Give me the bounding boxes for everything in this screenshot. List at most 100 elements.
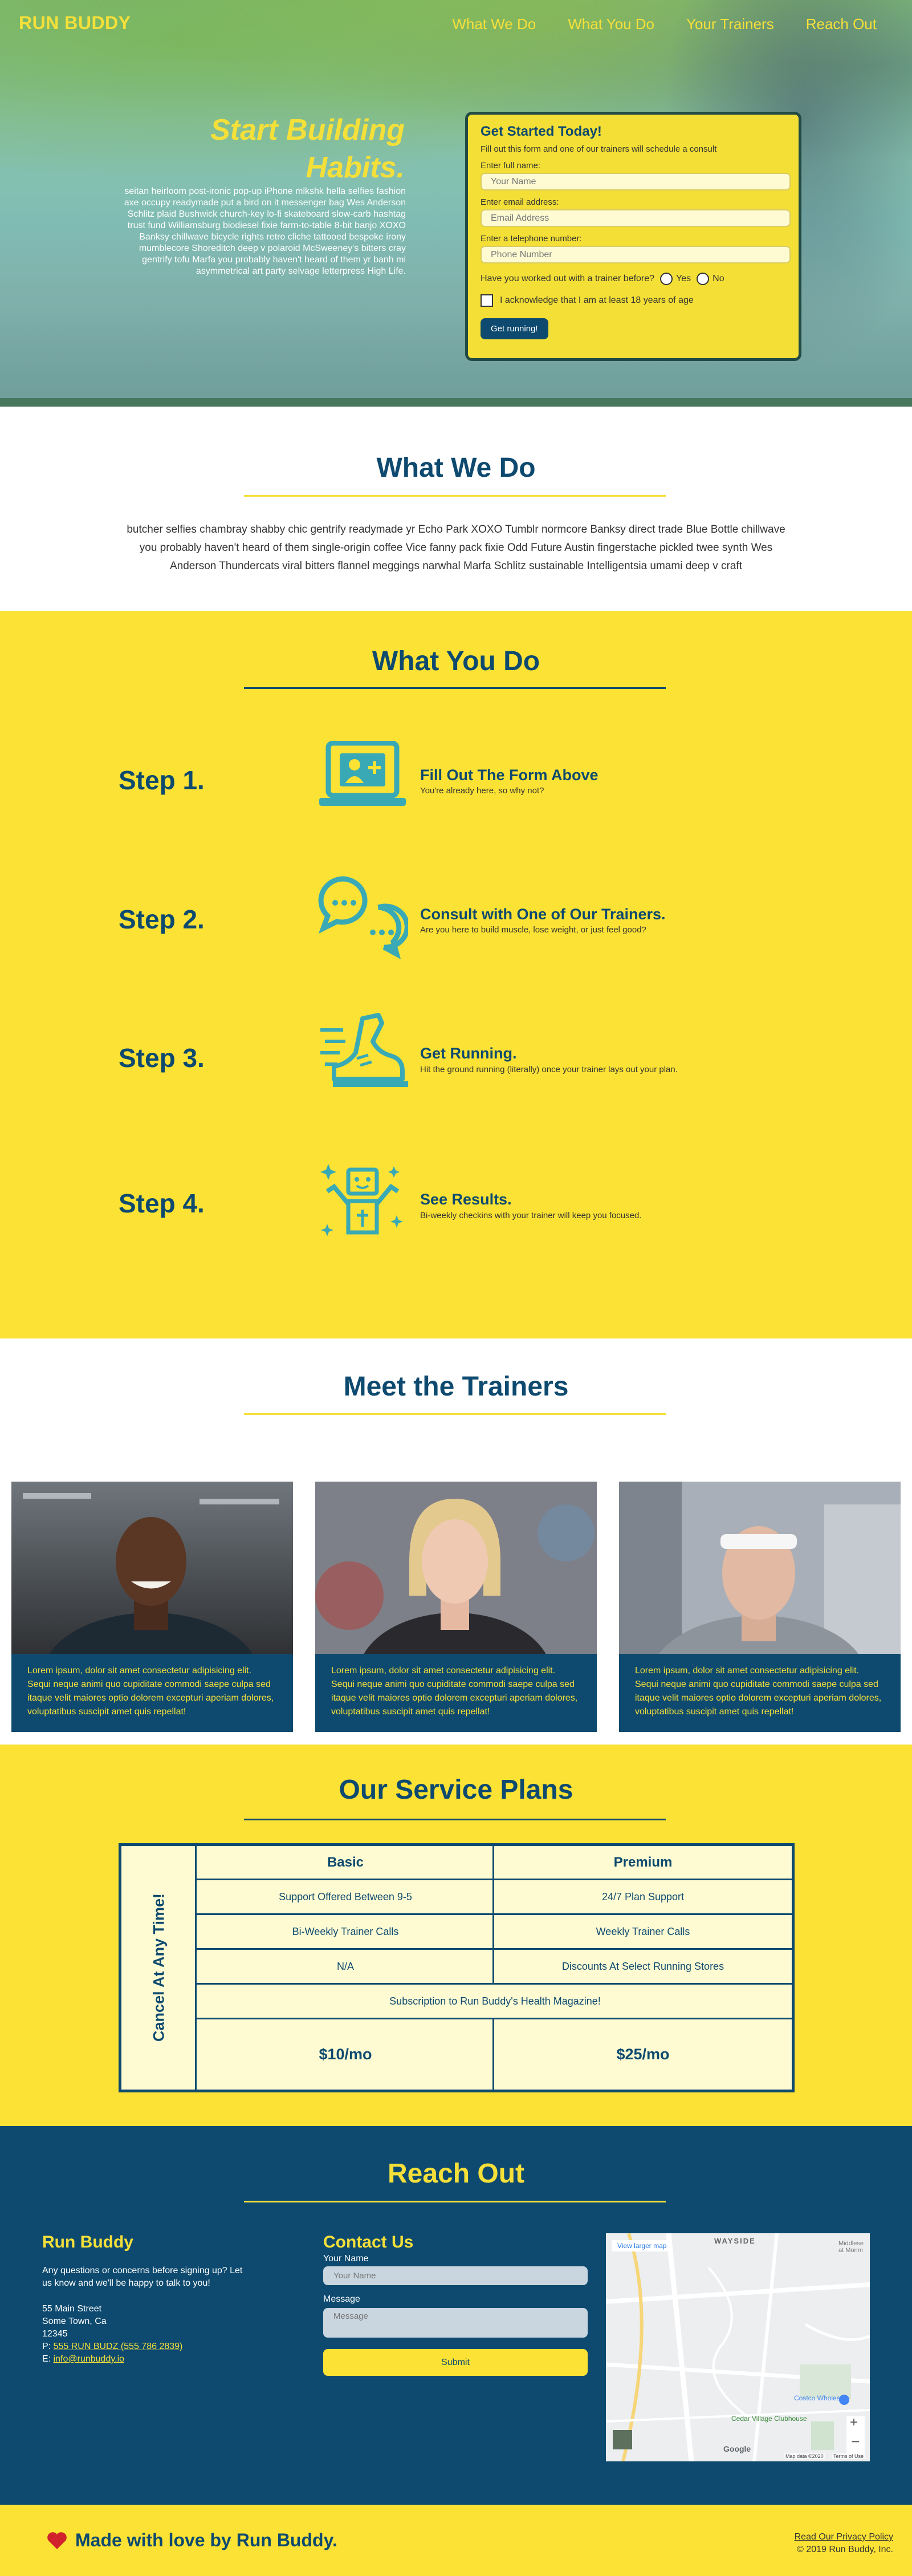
step-description: You're already here, so why not? — [420, 786, 544, 796]
section-title: Reach Out — [387, 2159, 525, 2189]
map-terms-link[interactable]: Terms of Use — [832, 2453, 866, 2459]
running-shoe-icon — [317, 1013, 408, 1107]
section-title: What We Do — [376, 453, 536, 483]
heart-icon — [47, 2532, 67, 2549]
step-label: Step 3. — [119, 1043, 205, 1073]
step-label: Step 1. — [119, 765, 205, 795]
divider — [244, 687, 666, 689]
name-label: Your Name — [323, 2254, 369, 2263]
what-you-do-section: What You Do Step 1. Fill Out The Form Ab… — [0, 611, 912, 1338]
form-title: Get Started Today! — [481, 124, 602, 139]
nav-link-what-we-do[interactable]: What We Do — [452, 15, 536, 33]
reach-brand-title: Run Buddy — [42, 2233, 133, 2252]
trainer-card: Lorem ipsum, dolor sit amet consectetur … — [11, 1482, 293, 1732]
nav-link-what-you-do[interactable]: What You Do — [568, 15, 654, 33]
plan-cell: N/A — [336, 1960, 354, 1972]
main-nav: What We Do What You Do Your Trainers Rea… — [420, 15, 877, 33]
divider — [244, 1413, 666, 1415]
footer-legal: Read Our Privacy Policy © 2019 Run Buddy… — [795, 2531, 893, 2556]
age-checkbox[interactable] — [481, 294, 493, 307]
contact-message-input[interactable] — [323, 2308, 588, 2338]
what-we-do-text: butcher selfies chambray shabby chic gen… — [127, 524, 785, 572]
form-subtitle: Fill out this form and one of our traine… — [481, 144, 717, 154]
plan-cell: Support Offered Between 9-5 — [279, 1891, 412, 1902]
hero-text: seitan heirloom post-ironic pop-up iPhon… — [124, 186, 406, 276]
step-title: Get Running. — [420, 1045, 517, 1062]
plan-cell: 24/7 Plan Support — [601, 1891, 685, 1902]
section-title: Our Service Plans — [339, 1775, 573, 1805]
section-title: What You Do — [372, 646, 540, 676]
map-label: WAYSIDE — [714, 2237, 756, 2245]
plan-header-basic: Basic — [327, 1854, 364, 1870]
zoom-out-button[interactable]: − — [851, 2433, 860, 2451]
step-description: Bi-weekly checkins with your trainer wil… — [420, 1211, 642, 1220]
plan-cell-shared: Subscription to Run Buddy's Health Magaz… — [389, 1995, 601, 2007]
name-label: Enter full name: — [481, 161, 541, 171]
divider — [244, 2201, 666, 2202]
plan-price-premium: $25/mo — [616, 2046, 670, 2063]
contact-us-title: Contact Us — [323, 2233, 414, 2252]
contact-address: 55 Main Street Some Town, Ca 12345 P: 55… — [42, 2304, 183, 2364]
copyright: © 2019 Run Buddy, Inc. — [797, 2545, 893, 2554]
map-label: Cedar Village Clubhouse — [731, 2415, 807, 2423]
what-we-do-section: What We Do butcher selfies chambray shab… — [0, 407, 912, 611]
trainers-section: Meet the Trainers Lorem ipsum, dolor sit… — [0, 1338, 912, 1745]
view-larger-map-link[interactable]: View larger map — [612, 2240, 673, 2252]
step-description: Are you here to build muscle, lose weigh… — [420, 925, 646, 935]
strong-person-icon — [317, 1158, 408, 1247]
plan-cell: Weekly Trainer Calls — [596, 1925, 690, 1937]
phone-input[interactable] — [481, 246, 791, 263]
location-map[interactable]: View larger map WAYSIDE Middlese at Monm… — [606, 2233, 870, 2461]
email-link[interactable]: info@runbuddy.io — [54, 2354, 124, 2364]
contact-submit-button[interactable]: Submit — [323, 2349, 588, 2376]
plans-table: Cancel At Any Time! Basic Premium Suppor… — [119, 1843, 795, 2092]
radio-yes-label: Yes — [676, 274, 691, 283]
logo[interactable]: RUN BUDDY — [19, 13, 131, 34]
step-title: See Results. — [420, 1191, 512, 1208]
plan-cell: Discounts At Select Running Stores — [561, 1960, 724, 1972]
contact-name-input[interactable] — [323, 2266, 588, 2285]
nav-link-your-trainers[interactable]: Your Trainers — [686, 15, 774, 33]
step-2: Step 2. Consult with One of Our Trainers… — [0, 873, 912, 987]
age-checkbox-label: I acknowledge that I am at least 18 year… — [500, 295, 694, 305]
trainer-photo — [11, 1482, 293, 1654]
privacy-policy-link[interactable]: Read Our Privacy Policy — [795, 2532, 893, 2542]
step-4: Step 4. See Results. Bi-weekly checkins … — [0, 1158, 912, 1272]
radio-yes[interactable] — [660, 273, 673, 285]
email-input[interactable] — [481, 209, 791, 227]
trainer-photo — [619, 1482, 901, 1654]
step-1: Step 1. Fill Out The Form Above You're a… — [0, 735, 912, 849]
map-label: Costco Wholesale — [794, 2394, 849, 2402]
zoom-in-button[interactable]: + — [850, 2415, 858, 2431]
full-name-input[interactable] — [481, 173, 791, 190]
chat-bubbles-icon — [317, 873, 410, 967]
service-plans-section: Our Service Plans Cancel At Any Time! Ba… — [0, 1745, 912, 2126]
footer: Made with love by Run Buddy. Read Our Pr… — [0, 2505, 912, 2576]
footer-brand: Made with love by Run Buddy. — [47, 2530, 337, 2551]
step-label: Step 2. — [119, 904, 205, 934]
reach-out-section: Reach Out Run Buddy Any questions or con… — [0, 2126, 912, 2505]
plan-cell: Bi-Weekly Trainer Calls — [292, 1925, 399, 1937]
email-label: Enter email address: — [481, 197, 559, 207]
cancel-anytime-label: Cancel At Any Time! — [121, 1846, 197, 2090]
trainer-bio: Lorem ipsum, dolor sit amet consectetur … — [619, 1654, 901, 1732]
map-label: Middlese at Monm — [838, 2240, 864, 2254]
step-title: Fill Out The Form Above — [420, 766, 598, 784]
message-label: Message — [323, 2294, 360, 2304]
hero-title: Start Building Habits. — [210, 113, 405, 184]
trainer-bio: Lorem ipsum, dolor sit amet consectetur … — [11, 1654, 293, 1732]
trainer-card: Lorem ipsum, dolor sit amet consectetur … — [315, 1482, 597, 1732]
section-title: Meet the Trainers — [343, 1372, 569, 1402]
trainer-card: Lorem ipsum, dolor sit amet consectetur … — [619, 1482, 901, 1732]
step-3: Step 3. Get Running. Hit the ground runn… — [0, 1013, 912, 1127]
nav-link-reach-out[interactable]: Reach Out — [806, 15, 877, 33]
radio-no[interactable] — [697, 273, 710, 285]
hero-section: RUN BUDDY What We Do What You Do Your Tr… — [0, 0, 912, 407]
trainer-bio: Lorem ipsum, dolor sit amet consectetur … — [315, 1654, 597, 1732]
phone-label: Enter a telephone number: — [481, 234, 582, 244]
radio-no-label: No — [712, 274, 724, 283]
google-logo: Google — [723, 2444, 751, 2453]
phone-link[interactable]: 555 RUN BUDZ (555 786 2839) — [54, 2342, 183, 2351]
get-running-button[interactable]: Get running! — [481, 318, 548, 339]
plan-price-basic: $10/mo — [319, 2046, 372, 2063]
